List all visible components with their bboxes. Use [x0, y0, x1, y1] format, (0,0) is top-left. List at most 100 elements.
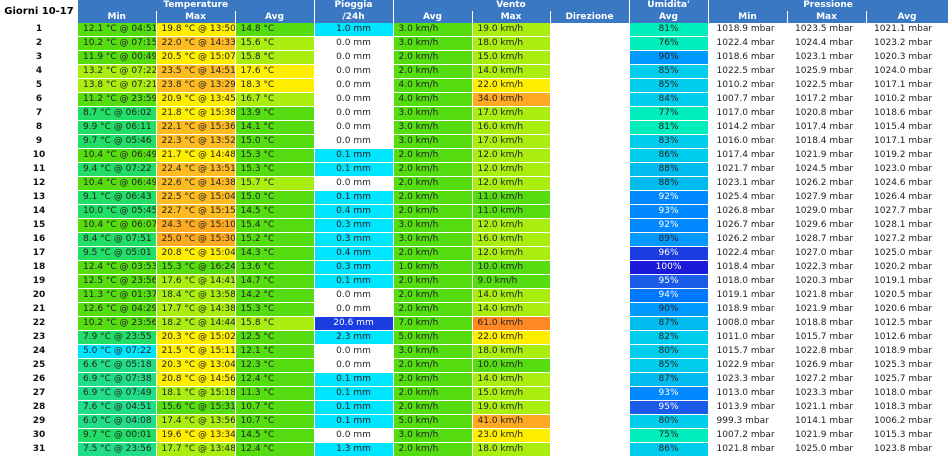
- day-number: 13: [0, 190, 78, 205]
- table-row: 7 8.7 °C @ 06:02 21.8 °C @ 15:38 13.9 °C 0.0…: [0, 106, 948, 121]
- col-temp-min: Min: [78, 11, 157, 23]
- temp-min-cell: 10.4 °C @ 06:49: [78, 176, 157, 191]
- wind-max-cell: 11.0 km/h: [472, 190, 551, 205]
- rain-cell: 0.0 mm: [314, 176, 394, 191]
- temp-min-cell: 12.6 °C @ 04:29: [78, 302, 157, 317]
- press-avg-cell: 1023.0 mbar: [866, 162, 948, 177]
- wind-avg-cell: 3.0 km/h: [393, 428, 473, 443]
- wind-dir-cell: [550, 414, 630, 429]
- press-avg-cell: 1019.1 mbar: [866, 274, 948, 289]
- day-number: 2: [0, 36, 78, 51]
- press-min-cell: 1007.7 mbar: [708, 92, 788, 107]
- rain-cell: 0.4 mm: [314, 204, 394, 219]
- rain-cell: 0.0 mm: [314, 106, 394, 121]
- table-row: 5 13.8 °C @ 07:21 23.8 °C @ 13:29 18.3 °C 0.…: [0, 78, 948, 93]
- humidity-cell: 81%: [629, 120, 709, 135]
- wind-avg-cell: 3.0 km/h: [393, 344, 473, 359]
- temp-avg-cell: 15.4 °C: [235, 218, 315, 233]
- day-number: 21: [0, 302, 78, 317]
- temp-max-cell: 23.8 °C @ 13:29: [156, 78, 236, 93]
- rain-cell: 0.3 mm: [314, 260, 394, 275]
- press-min-cell: 1008.0 mbar: [708, 316, 788, 331]
- press-min-cell: 1022.5 mbar: [708, 64, 788, 79]
- humidity-cell: 92%: [629, 190, 709, 205]
- press-avg-cell: 1020.5 mbar: [866, 288, 948, 303]
- temp-avg-cell: 15.0 °C: [235, 134, 315, 149]
- table-row: 19 12.5 °C @ 23:56 17.6 °C @ 14:41 14.7 °C 0…: [0, 274, 948, 289]
- press-max-cell: 1015.7 mbar: [787, 330, 867, 345]
- wind-max-cell: 17.0 km/h: [472, 134, 551, 149]
- wind-avg-cell: 2.0 km/h: [393, 442, 473, 457]
- wind-max-cell: 17.0 km/h: [472, 106, 551, 121]
- table-row: 4 13.2 °C @ 07:22 23.5 °C @ 14:51 17.6 °C 0.…: [0, 64, 948, 79]
- rain-cell: 0.0 mm: [314, 134, 394, 149]
- press-max-cell: 1020.3 mbar: [787, 274, 867, 289]
- press-max-cell: 1027.9 mbar: [787, 190, 867, 205]
- wind-max-cell: 18.0 km/h: [472, 36, 551, 51]
- temp-min-cell: 5.0 °C @ 07:22: [78, 344, 157, 359]
- day-number: 10: [0, 148, 78, 163]
- temp-min-cell: 6.9 °C @ 07:49: [78, 386, 157, 401]
- day-number: 15: [0, 218, 78, 233]
- wind-avg-cell: 3.0 km/h: [393, 232, 473, 247]
- rain-cell: 0.0 mm: [314, 302, 394, 317]
- day-number: 5: [0, 78, 78, 93]
- temp-min-cell: 6.6 °C @ 05:18: [78, 358, 157, 373]
- press-max-cell: 1029.6 mbar: [787, 218, 867, 233]
- temp-max-cell: 24.3 °C @ 15:10: [156, 218, 236, 233]
- wind-avg-cell: 5.0 km/h: [393, 414, 473, 429]
- press-min-cell: 1026.2 mbar: [708, 232, 788, 247]
- press-avg-cell: 1021.1 mbar: [866, 23, 948, 37]
- temp-max-cell: 20.9 °C @ 13:45: [156, 92, 236, 107]
- wind-avg-cell: 2.0 km/h: [393, 64, 473, 79]
- humidity-cell: 80%: [629, 344, 709, 359]
- temp-min-cell: 9.7 °C @ 00:01: [78, 428, 157, 443]
- press-max-cell: 1021.8 mbar: [787, 288, 867, 303]
- group-vento: Vento: [393, 0, 630, 11]
- wind-dir-cell: [550, 23, 630, 37]
- day-number: 29: [0, 414, 78, 429]
- wind-max-cell: 23.0 km/h: [472, 428, 551, 443]
- table-row: 30 9.7 °C @ 00:01 19.6 °C @ 13:34 14.5 °C 0.…: [0, 428, 948, 443]
- temp-avg-cell: 10.7 °C: [235, 414, 315, 429]
- press-min-cell: 1018.9 mbar: [708, 23, 788, 37]
- wind-dir-cell: [550, 288, 630, 303]
- temp-avg-cell: 11.3 °C: [235, 386, 315, 401]
- press-avg-cell: 1027.7 mbar: [866, 204, 948, 219]
- wind-max-cell: 16.0 km/h: [472, 120, 551, 135]
- wind-avg-cell: 7.0 km/h: [393, 316, 473, 331]
- temp-avg-cell: 14.5 °C: [235, 204, 315, 219]
- humidity-cell: 93%: [629, 204, 709, 219]
- day-number: 9: [0, 134, 78, 149]
- rain-cell: 0.1 mm: [314, 372, 394, 387]
- table-row: 10 10.4 °C @ 06:49 21.7 °C @ 14:48 15.3 °C 0…: [0, 148, 948, 163]
- press-avg-cell: 1027.2 mbar: [866, 232, 948, 247]
- press-avg-cell: 1025.7 mbar: [866, 372, 948, 387]
- temp-max-cell: 18.4 °C @ 13:58: [156, 288, 236, 303]
- temp-max-cell: 17.7 °C @ 14:38: [156, 302, 236, 317]
- wind-avg-cell: 2.0 km/h: [393, 162, 473, 177]
- press-max-cell: 1017.2 mbar: [787, 92, 867, 107]
- rain-cell: 0.1 mm: [314, 162, 394, 177]
- rain-cell: 0.1 mm: [314, 414, 394, 429]
- press-max-cell: 1027.0 mbar: [787, 246, 867, 261]
- temp-min-cell: 9.1 °C @ 06:43: [78, 190, 157, 205]
- temp-avg-cell: 12.3 °C: [235, 358, 315, 373]
- temp-min-cell: 7.6 °C @ 04:51: [78, 400, 157, 415]
- wind-max-cell: 14.0 km/h: [472, 288, 551, 303]
- col-press-avg: Avg: [866, 11, 948, 23]
- table-row: 11 9.4 °C @ 07:22 22.4 °C @ 13:51 15.3 °C 0.…: [0, 162, 948, 177]
- press-min-cell: 1021.8 mbar: [708, 442, 788, 457]
- group-temperature: Temperature: [78, 0, 315, 11]
- wind-avg-cell: 2.0 km/h: [393, 372, 473, 387]
- press-avg-cell: 1015.4 mbar: [866, 120, 948, 135]
- wind-dir-cell: [550, 246, 630, 261]
- table-row: 23 7.9 °C @ 23:55 20.3 °C @ 15:02 12.5 °C 2.…: [0, 330, 948, 345]
- temp-avg-cell: 15.2 °C: [235, 232, 315, 247]
- wind-avg-cell: 2.0 km/h: [393, 190, 473, 205]
- temp-min-cell: 10.0 °C @ 05:45: [78, 204, 157, 219]
- day-number: 14: [0, 204, 78, 219]
- wind-max-cell: 12.0 km/h: [472, 162, 551, 177]
- temp-min-cell: 6.0 °C @ 04:08: [78, 414, 157, 429]
- wind-dir-cell: [550, 176, 630, 191]
